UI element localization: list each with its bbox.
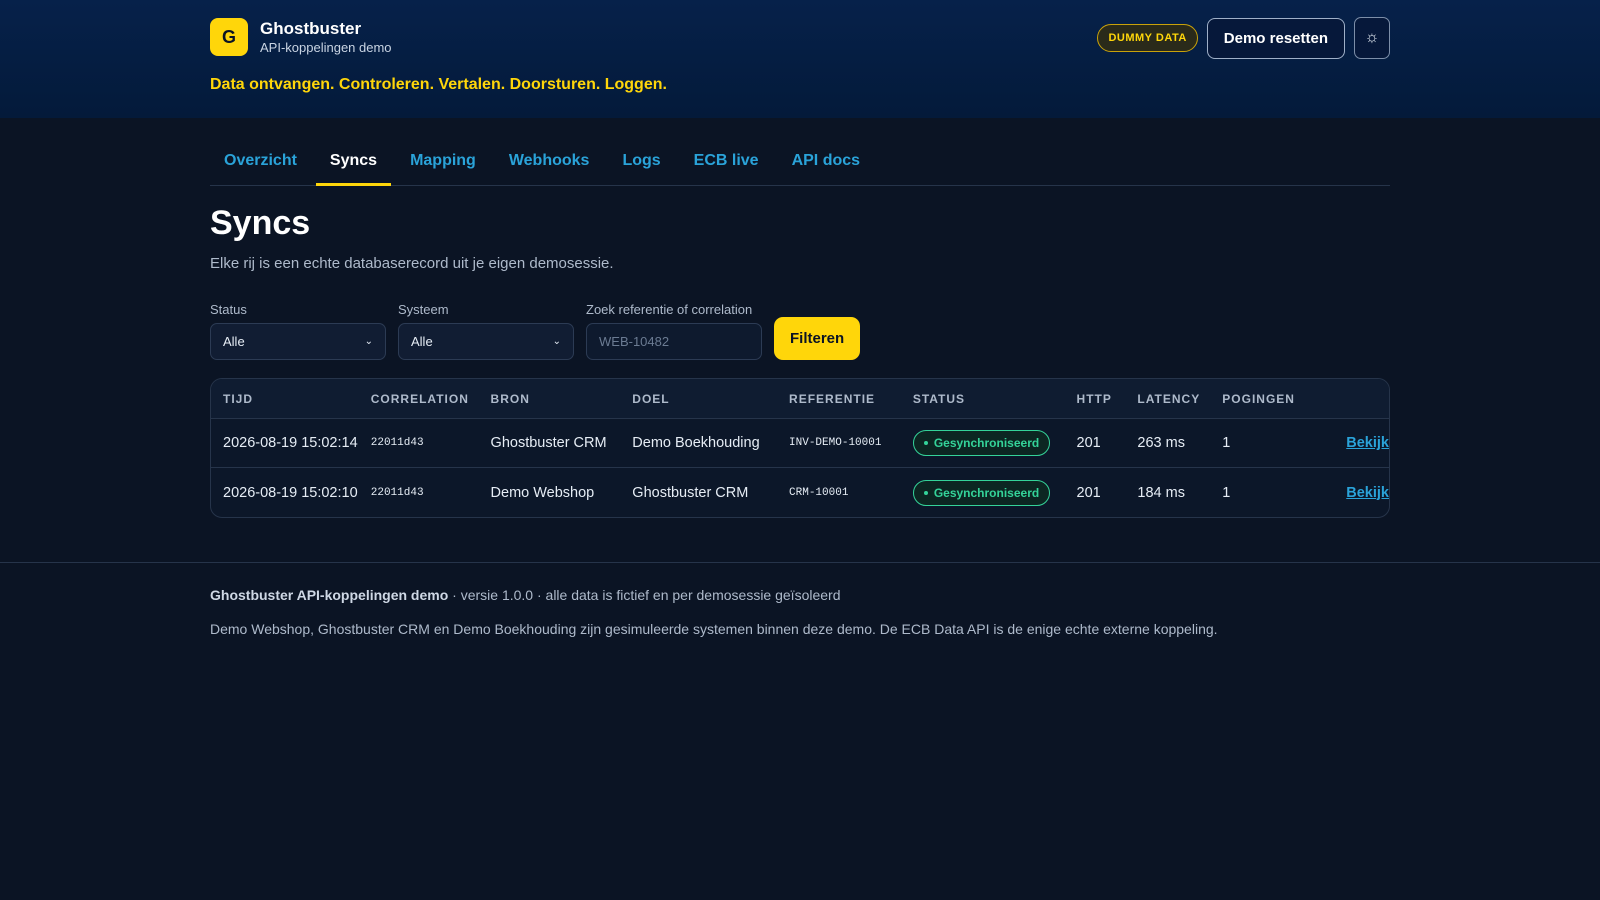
footer-meta: Ghostbuster API-koppelingen demo · versi… xyxy=(210,587,840,603)
col-http[interactable]: HTTP xyxy=(1077,392,1138,406)
filter-button[interactable]: Filteren xyxy=(774,317,861,360)
status-filter-label: Status xyxy=(210,302,247,317)
chevron-down-icon: ⌄ xyxy=(552,336,561,347)
status-select[interactable]: Alle ⌄ xyxy=(210,323,386,360)
chevron-down-icon: ⌄ xyxy=(364,336,373,347)
table-header: TIJD CORRELATION BRON DOEL REFERENTIE ST… xyxy=(211,379,1389,419)
cell-tijd: 2026-08-19 15:02:14 xyxy=(223,435,358,451)
sun-icon: ☼ xyxy=(1364,29,1380,46)
dummy-data-badge: DUMMY DATA xyxy=(1097,24,1198,52)
col-doel[interactable]: DOEL xyxy=(632,392,789,406)
cell-correlation: 22011d43 xyxy=(370,437,424,449)
col-tijd[interactable]: TIJD xyxy=(211,392,371,406)
app-name: Ghostbuster xyxy=(260,19,362,38)
theme-toggle-button[interactable]: ☼ xyxy=(1354,17,1390,59)
system-select[interactable]: Alle ⌄ xyxy=(398,323,574,360)
view-sync-link[interactable]: Bekijk xyxy=(1346,485,1389,501)
cell-status: Gesynchroniseerd xyxy=(912,479,1077,506)
footer-note: Demo Webshop, Ghostbuster CRM en Demo Bo… xyxy=(210,621,1218,637)
logo: G xyxy=(210,18,248,56)
system-select-value: Alle xyxy=(411,334,433,349)
page-title: Syncs xyxy=(210,204,311,242)
tab-api-docs[interactable]: API docs xyxy=(778,146,874,186)
cell-http: 201 xyxy=(1076,435,1101,451)
cell-http: 201 xyxy=(1076,484,1101,501)
footer-product: Ghostbuster API-koppelingen demo xyxy=(210,587,449,603)
status-dot-icon xyxy=(923,490,928,495)
app-subtitle: API-koppelingen demo xyxy=(260,40,392,55)
tab-syncs[interactable]: Syncs xyxy=(315,146,392,186)
tab-mapping[interactable]: Mapping xyxy=(396,146,490,186)
tab-ecb-live[interactable]: ECB live xyxy=(680,146,773,186)
system-filter-label: Systeem xyxy=(398,302,449,317)
syncs-table: TIJD CORRELATION BRON DOEL REFERENTIE ST… xyxy=(210,378,1390,518)
cell-doel: Demo Boekhouding xyxy=(632,435,760,451)
cell-latency: 184 ms xyxy=(1137,484,1185,501)
search-placeholder: WEB-10482 xyxy=(599,334,670,349)
cell-latency: 263 ms xyxy=(1137,435,1185,451)
cell-referentie: CRM-10001 xyxy=(789,486,849,499)
col-status[interactable]: STATUS xyxy=(913,392,1077,406)
status-badge: Gesynchroniseerd xyxy=(912,430,1051,456)
table-row[interactable]: 2026-08-19 15:02:14 22011d43 Ghostbuster… xyxy=(211,419,1389,468)
cell-pogingen: 1 xyxy=(1222,484,1231,501)
tagline: Data ontvangen. Controleren. Vertalen. D… xyxy=(210,76,667,93)
brand[interactable]: G Ghostbuster API-koppelingen demo xyxy=(210,18,392,56)
app-header: G Ghostbuster API-koppelingen demo Data … xyxy=(0,0,1600,118)
cell-status: Gesynchroniseerd xyxy=(912,430,1077,456)
col-latency[interactable]: LATENCY xyxy=(1137,392,1222,406)
reset-demo-button[interactable]: Demo resetten xyxy=(1206,17,1345,59)
filter-bar: Status Alle ⌄ Systeem Alle ⌄ Zoek refere… xyxy=(210,302,861,360)
tab-overzicht[interactable]: Overzicht xyxy=(210,146,311,186)
table-row[interactable]: 2026-08-19 15:02:10 22011d43 Demo Websho… xyxy=(211,468,1389,517)
footer-version: · versie 1.0.0 · alle data is fictief en… xyxy=(448,587,841,603)
col-pogingen[interactable]: POGINGEN xyxy=(1222,392,1319,406)
cell-bron: Demo Webshop xyxy=(490,484,595,501)
cell-action: Bekijk xyxy=(1319,435,1389,451)
status-badge: Gesynchroniseerd xyxy=(912,479,1051,506)
cell-doel: Ghostbuster CRM xyxy=(632,484,749,501)
cell-bron: Ghostbuster CRM xyxy=(490,435,607,451)
cell-tijd: 2026-08-19 15:02:10 xyxy=(223,484,358,501)
tab-logs[interactable]: Logs xyxy=(608,146,674,186)
cell-referentie: INV-DEMO-10001 xyxy=(789,437,882,449)
view-sync-link[interactable]: Bekijk xyxy=(1346,435,1389,451)
cell-pogingen: 1 xyxy=(1222,435,1231,451)
status-select-value: Alle xyxy=(223,334,245,349)
status-badge-label: Gesynchroniseerd xyxy=(933,485,1040,500)
search-input[interactable]: WEB-10482 xyxy=(586,323,762,360)
col-bron[interactable]: BRON xyxy=(491,392,633,406)
cell-action: Bekijk xyxy=(1319,485,1389,501)
cell-correlation: 22011d43 xyxy=(370,486,424,499)
status-dot-icon xyxy=(923,441,928,445)
search-filter-label: Zoek referentie of correlation xyxy=(586,302,753,317)
tab-bar: Overzicht Syncs Mapping Webhooks Logs EC… xyxy=(210,146,1390,186)
col-correlation[interactable]: CORRELATION xyxy=(371,392,491,406)
page-subtitle: Elke rij is een echte databaserecord uit… xyxy=(210,255,614,272)
page-footer: Ghostbuster API-koppelingen demo · versi… xyxy=(0,562,1600,637)
tab-webhooks[interactable]: Webhooks xyxy=(495,146,604,186)
col-referentie[interactable]: REFERENTIE xyxy=(789,392,913,406)
status-badge-label: Gesynchroniseerd xyxy=(933,436,1040,450)
